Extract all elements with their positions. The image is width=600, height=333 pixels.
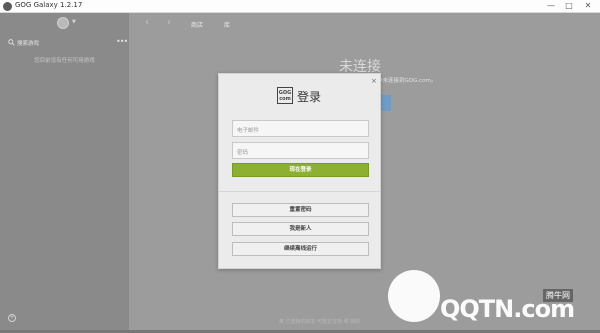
close-window-button[interactable]: ✕ <box>578 0 598 12</box>
reset-password-button[interactable]: 重置密码 <box>232 203 369 217</box>
window-title: GOG Galaxy 1.2.17 <box>15 1 83 9</box>
search-input[interactable]: 搜索游戏 <box>17 39 39 47</box>
maximize-button[interactable]: □ <box>560 0 578 12</box>
gog-app-icon <box>3 2 12 11</box>
close-icon[interactable]: × <box>371 77 377 85</box>
minimize-button[interactable]: — <box>542 0 560 12</box>
email-field[interactable]: 电子邮件 <box>232 120 369 137</box>
forward-arrow-icon[interactable]: › <box>167 17 171 28</box>
watermark-badge: 腾牛网 <box>543 289 573 302</box>
gog-logo: GOG com <box>277 87 293 104</box>
password-field[interactable]: 密码 <box>232 142 369 159</box>
avatar[interactable] <box>57 17 69 29</box>
empty-library-message: 您目前没有任何可用游戏 <box>34 58 95 64</box>
login-dialog: × GOG com 登录 电子邮件 密码 现在登录 重置密码 我是新人 继续离线… <box>218 73 381 269</box>
tab-library[interactable]: 库 <box>224 20 230 29</box>
search-icon <box>8 39 15 46</box>
sidebar: ▼ 搜索游戏 ••• 您目前没有任何可用游戏 + <box>0 13 129 330</box>
offline-mode-button[interactable]: 继续离线运行 <box>232 242 369 256</box>
new-user-button[interactable]: 我是新人 <box>232 222 369 236</box>
dialog-title: 登录 <box>297 90 322 104</box>
not-connected-subtext: 中未连接到GOG.com。 <box>377 78 437 84</box>
add-icon[interactable]: + <box>8 314 16 322</box>
top-nav: ‹ › 商店 库 <box>129 13 600 35</box>
chevron-down-icon[interactable]: ▼ <box>72 19 76 25</box>
window-titlebar: GOG Galaxy 1.2.17 — □ ✕ <box>0 0 600 13</box>
login-button[interactable]: 现在登录 <box>232 163 369 177</box>
tab-store[interactable]: 商店 <box>191 20 203 29</box>
more-options-icon[interactable]: ••• <box>116 37 128 46</box>
footer-links: 离 已连接的好友 可能正在玩 和 我的 <box>279 319 361 325</box>
divider <box>219 191 380 192</box>
watermark-logo-icon <box>388 270 440 322</box>
back-arrow-icon[interactable]: ‹ <box>145 17 149 28</box>
